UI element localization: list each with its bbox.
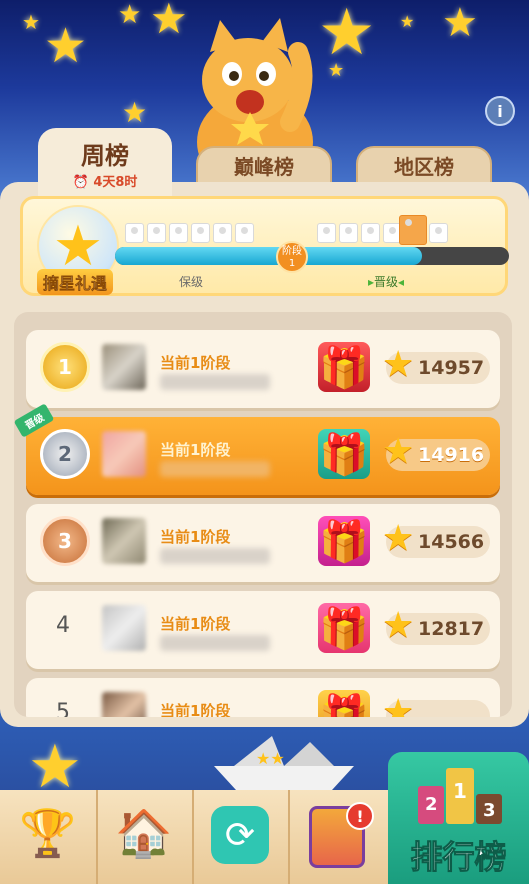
avatar [102,605,146,651]
table-row[interactable]: 3 当前1阶段 🎁 ★ 14566 [26,504,500,582]
rank-number: 5 [56,700,70,717]
countdown-timer: ⏰ 4天8时 [72,175,138,190]
star-icon: ★ [382,344,415,385]
player-slot [213,223,232,243]
podium-rank-3: 3 [483,800,496,821]
current-player-slot [399,215,427,245]
star-decoration-icon: ★ [400,12,415,31]
score-badge: ★ 14916 [382,434,490,471]
player-slot [147,223,166,243]
player-slot [235,223,254,243]
trophy-icon: 🏆 [19,806,77,860]
pink-gold-gift-icon: 🎁 [318,603,370,653]
stage-progress-bar [115,247,509,265]
player-name [160,374,270,390]
nav-trophy[interactable]: 🏆 [0,790,98,884]
podium-rank-1: 1 [453,779,467,803]
score-badge: ★ [382,695,490,717]
score-badge: ★ 14566 [382,521,490,558]
stage-status: 当前1阶段 [160,702,231,717]
player-slot [339,223,358,243]
table-row[interactable]: 晋级 2 当前1阶段 🎁 ★ 14916 [14,403,500,495]
nav-home[interactable]: 🏠 [96,790,194,884]
alert-badge: ! [346,802,374,830]
player-name [160,461,270,477]
table-row[interactable]: 4 当前1阶段 🎁 ★ 12817 [26,591,500,669]
relegation-label: 保级 [179,275,204,289]
promote-tag: 晋级 [14,403,55,438]
tab-label: 地区榜 [394,155,454,179]
nav-cards[interactable]: ! [288,790,386,884]
player-slot [361,223,380,243]
silver-medal-icon: 2 [40,429,90,479]
refresh-icon: ⟳ [211,806,269,864]
star-icon: ★ [382,431,415,472]
player-slot [125,223,144,243]
rank-number: 4 [56,613,70,638]
stage-status: 当前1阶段 [160,354,231,372]
pink-gift-icon: 🎁 [318,516,370,566]
player-name [160,635,270,651]
stage-status: 当前1阶段 [160,441,231,459]
table-row[interactable]: 1 当前1阶段 🎁 ★ 14957 [26,330,500,408]
promotion-label: ▸晋级◂ [368,275,405,289]
stage-progress-fill [115,247,423,265]
gold-gift-icon: 🎁 [318,690,370,717]
star-decoration-icon: ★ [118,0,142,30]
nav-refresh[interactable]: ⟳ [192,790,290,884]
player-slot [169,223,188,243]
table-row[interactable]: 5 当前1阶段 🎁 ★ [26,678,500,717]
star-icon: ★ [382,605,415,646]
podium-icon: 2 1 3 [418,768,502,824]
star-decoration-icon: ★ [122,96,148,129]
bronze-medal-icon: 3 [40,516,90,566]
red-gift-icon: 🎁 [318,342,370,392]
star-icon: ★ [382,518,415,559]
score-badge: ★ 12817 [382,608,490,645]
home-renovate-icon: 🏠 [115,806,173,860]
avatar [102,431,146,477]
player-slot [429,223,448,243]
tab-label: 巅峰榜 [234,155,294,179]
stage-marker: 阶段 1 [276,241,308,273]
player-slot [191,223,210,243]
stage-status: 当前1阶段 [160,528,231,546]
reward-title: 摘星礼遇 [37,269,114,295]
star-decoration-icon: ★ [44,18,88,74]
svg-text:★★: ★★ [256,749,285,768]
gold-medal-icon: 1 [40,342,90,392]
leaderboard-list[interactable]: 1 当前1阶段 🎁 ★ 14957 晋级 2 当前1阶段 🎁 ★ 14916 3… [14,312,512,717]
star-decoration-icon: ★ [442,0,478,46]
teal-gift-icon: 🎁 [318,429,370,479]
paper-boat-icon: ★★ [214,736,354,790]
star-decoration-icon: ★ [22,10,40,34]
avatar [102,518,146,564]
reward-progress-card[interactable]: ★ 摘星礼遇 阶段 1 保级 ▸晋级◂ [20,196,509,296]
star-icon: ★ [382,692,415,718]
score-badge: ★ 14957 [382,347,490,384]
tab-label: 周榜 [81,142,129,170]
podium-rank-2: 2 [425,794,438,815]
info-icon[interactable]: i [485,96,515,126]
nav-leaderboard[interactable]: 2 1 3 排行榜 [388,752,529,884]
avatar [102,692,146,717]
player-name [160,548,270,564]
avatar [102,344,146,390]
player-slot [317,223,336,243]
tab-weekly[interactable]: 周榜 ⏰ 4天8时 [38,128,172,200]
stage-status: 当前1阶段 [160,615,231,633]
nav-active-label: 排行榜 [410,838,507,877]
